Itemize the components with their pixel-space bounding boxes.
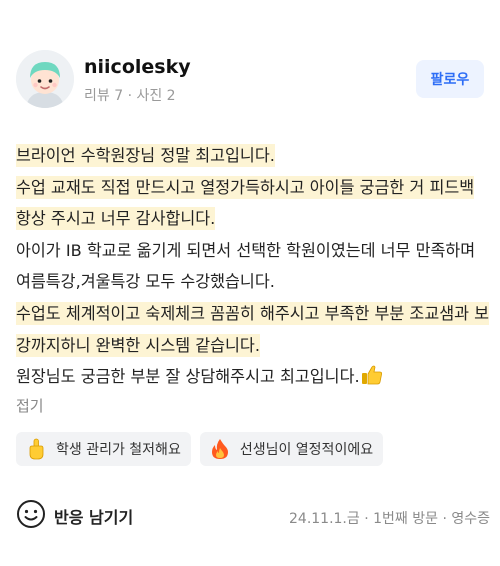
avatar[interactable] (16, 50, 74, 108)
fire-icon (208, 437, 232, 461)
follow-button[interactable]: 팔로우 (416, 60, 484, 98)
reviewer-name[interactable]: niicolesky (84, 56, 191, 78)
reviewer-meta: 리뷰 7 · 사진 2 (84, 88, 176, 104)
keyword-tag: 학생 관리가 철저해요 (16, 432, 191, 466)
review-line-text: 원장님도 궁금한 부분 잘 상담해주시고 최고입니다. (16, 367, 360, 387)
thumbs-up-icon (360, 365, 383, 386)
react-button[interactable]: 반응 남기기 (16, 500, 133, 532)
review-line-text: 수업도 체계적이고 숙제체크 꼼꼼히 해주시고 부족한 부분 조교샘과 보강까지… (16, 301, 490, 357)
review-line-text: 수업 교재도 직접 만드시고 열정가득하시고 아이들 궁금한 거 피드백 항상 … (16, 175, 475, 231)
review-footer: 반응 남기기 24.11.1.금 · 1번째 방문 · 영수증 (16, 500, 490, 534)
keyword-tags: 학생 관리가 철저해요 선생님이 열정적이에요 (16, 432, 384, 466)
avatar-icon (16, 50, 74, 108)
reviewer-header: niicolesky 리뷰 7 · 사진 2 팔로우 (16, 50, 484, 110)
review-line-text: 아이가 IB 학교로 옮기게 되면서 선택한 학원이였는데 너무 만족하며 여름… (16, 240, 476, 292)
visit-info: 24.11.1.금 · 1번째 방문 · 영수증 (289, 511, 490, 527)
react-button-label: 반응 남기기 (54, 508, 134, 527)
keyword-tag-label: 선생님이 열정적이에요 (239, 442, 374, 458)
review-line: 수업 교재도 직접 만드시고 열정가득하시고 아이들 궁금한 거 피드백 항상 … (16, 172, 492, 235)
keyword-tag-label: 학생 관리가 철저해요 (56, 442, 181, 458)
review-line: 브라이언 수학원장님 정말 최고입니다. (16, 140, 492, 172)
review-text: 브라이언 수학원장님 정말 최고입니다. 수업 교재도 직접 만드시고 열정가득… (16, 140, 492, 393)
keyword-tag: 선생님이 열정적이에요 (199, 432, 384, 466)
review-line: 수업도 체계적이고 숙제체크 꼼꼼히 해주시고 부족한 부분 조교샘과 보강까지… (16, 298, 492, 361)
review-line-text: 브라이언 수학원장님 정말 최고입니다. (16, 144, 275, 167)
smile-icon (16, 499, 46, 533)
review-line: 아이가 IB 학교로 옮기게 되면서 선택한 학원이였는데 너무 만족하며 여름… (16, 235, 492, 298)
pointing-finger-icon (24, 437, 48, 461)
review-line: 원장님도 궁금한 부분 잘 상담해주시고 최고입니다. (16, 361, 492, 393)
fold-toggle[interactable]: 접기 (16, 395, 44, 416)
